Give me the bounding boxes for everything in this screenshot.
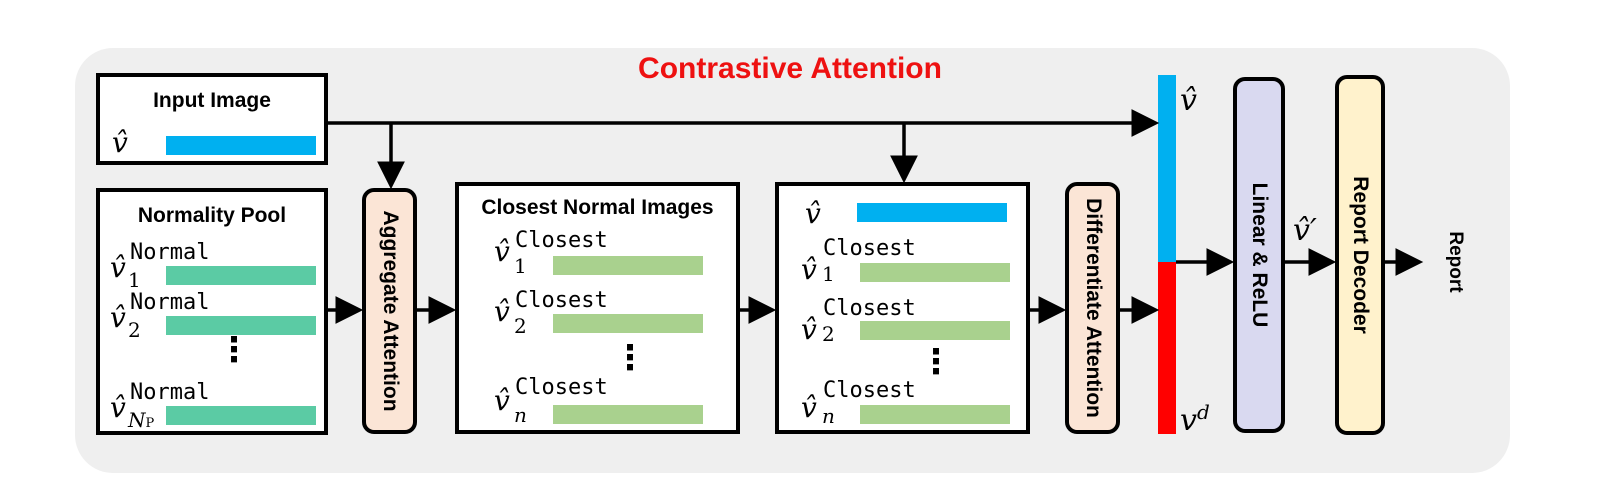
flow-arrows [328,109,1424,324]
